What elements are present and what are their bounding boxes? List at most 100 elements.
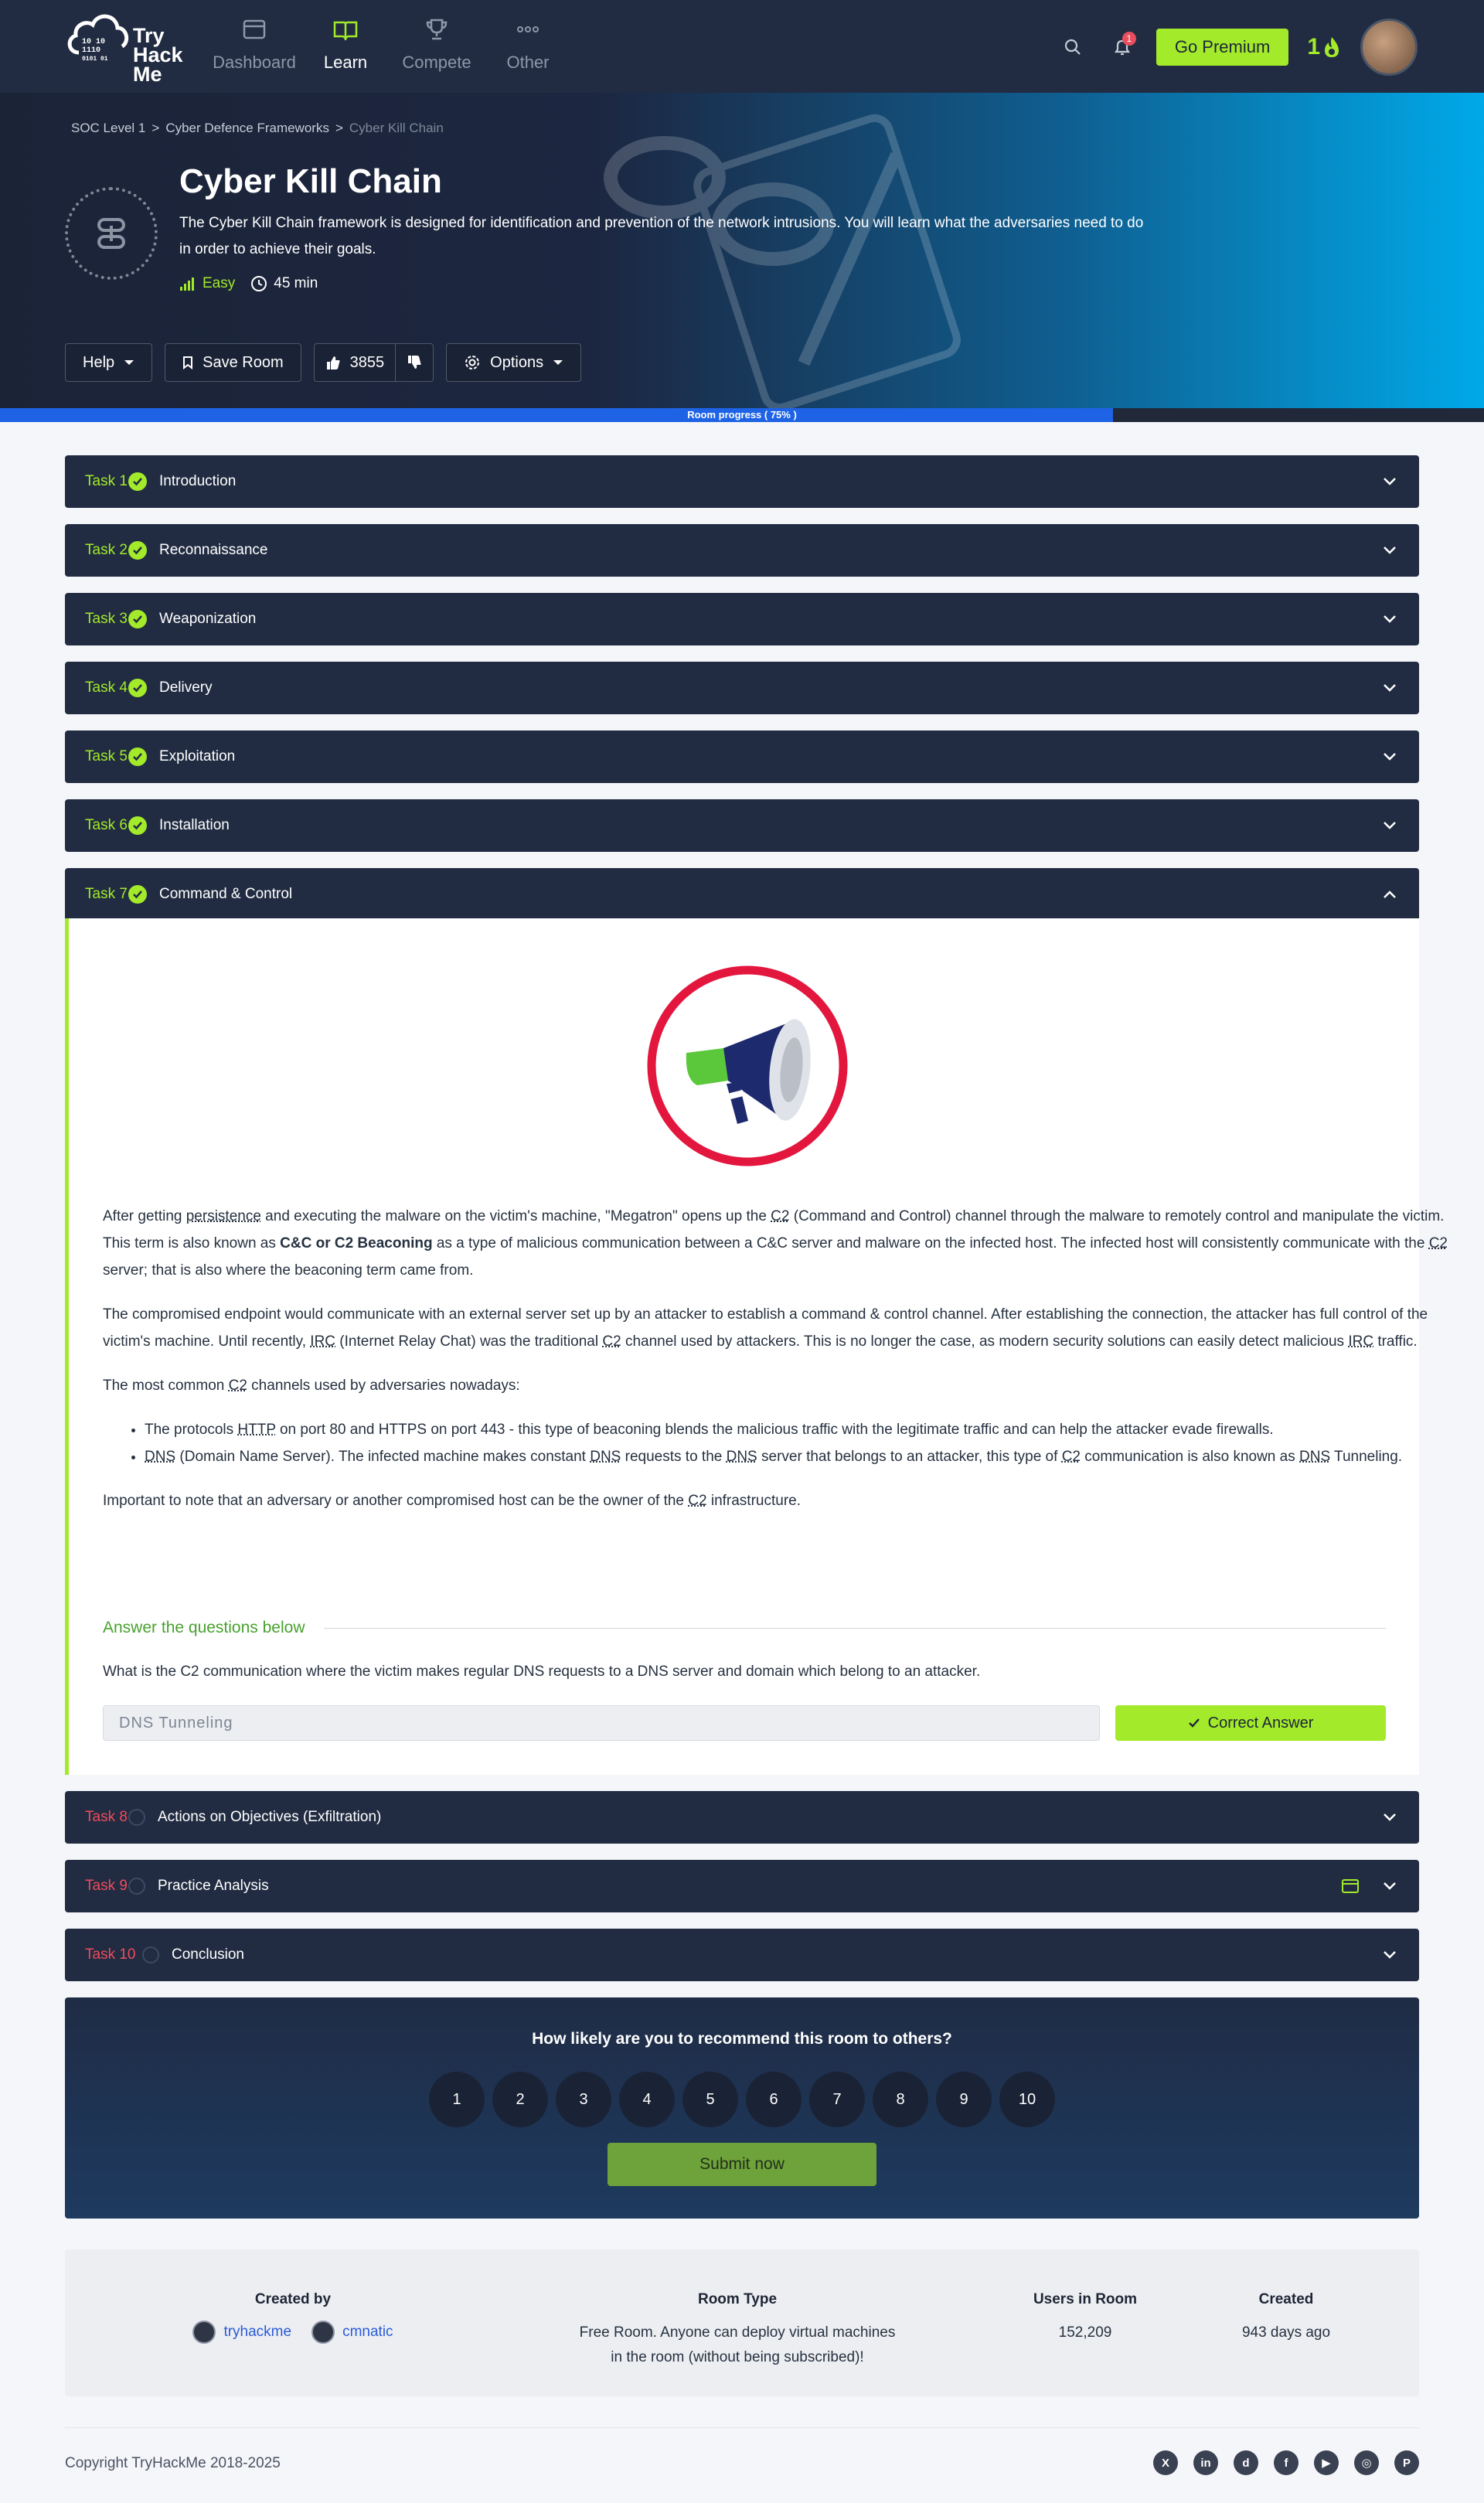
help-button[interactable]: Help	[65, 343, 153, 382]
signal-bars-icon	[180, 278, 194, 291]
rating-option[interactable]: 1	[429, 2072, 485, 2127]
bookmark-icon	[183, 356, 193, 369]
options-button[interactable]: Options	[446, 343, 582, 382]
task-5[interactable]: Task 5 Exploitation	[65, 730, 1419, 783]
task-7[interactable]: Task 7 Command & Control	[65, 868, 1419, 921]
streak-counter[interactable]: 1	[1307, 34, 1342, 60]
question-text: What is the C2 communication where the v…	[103, 1664, 981, 1680]
search-button[interactable]	[1057, 32, 1088, 63]
users-value: 152,209	[1058, 2324, 1112, 2341]
task-8[interactable]: Task 8 Actions on Objectives (Exfiltrati…	[65, 1791, 1419, 1844]
dashboard-icon	[243, 19, 266, 39]
vote-group: 3855	[313, 343, 434, 382]
room-description: The Cyber Kill Chain framework is design…	[179, 215, 1144, 257]
correct-answer-button[interactable]: Correct Answer	[1115, 1705, 1386, 1741]
svg-text:0101 01: 0101 01	[82, 56, 108, 63]
x-icon[interactable]: X	[1153, 2450, 1178, 2475]
room-rating-panel: How likely are you to recommend this roo…	[65, 1997, 1419, 2219]
more-icon	[517, 26, 539, 32]
rating-option[interactable]: 10	[999, 2072, 1055, 2127]
created-value: 943 days ago	[1241, 2324, 1331, 2341]
creators-list: tryhackme cmnatic	[181, 2321, 405, 2344]
nav-learn-label: Learn	[323, 53, 368, 72]
answer-field[interactable]: DNS Tunneling	[103, 1705, 1100, 1741]
rating-option[interactable]: 4	[619, 2072, 675, 2127]
pinterest-icon[interactable]: P	[1394, 2450, 1419, 2475]
duration: 45 min	[250, 275, 318, 292]
save-room-button[interactable]: Save Room	[165, 343, 301, 382]
check-circle-icon	[128, 747, 147, 766]
room-meta: Easy 45 min	[179, 275, 318, 292]
nav-dashboard[interactable]: Dashboard	[209, 15, 300, 73]
task-1[interactable]: Task 1 Introduction	[65, 455, 1419, 508]
room-type-column: Room Type Free Room. Anyone can deploy v…	[544, 2291, 931, 2370]
tryhackme-logo[interactable]: 10 10 1110 0101 01 Try Hack Me	[65, 9, 189, 85]
task-4[interactable]: Task 4 Delivery	[65, 662, 1419, 714]
nav-other[interactable]: Other	[482, 15, 574, 73]
go-premium-button[interactable]: Go Premium	[1156, 29, 1289, 66]
creator-link[interactable]: tryhackme	[192, 2321, 291, 2344]
cloud-logo-icon: 10 10 1110 0101 01	[67, 14, 129, 63]
thumbs-down-icon	[408, 356, 421, 369]
rating-question: How likely are you to recommend this roo…	[532, 2030, 952, 2048]
rating-option[interactable]: 5	[682, 2072, 738, 2127]
nav-learn[interactable]: Learn	[300, 15, 391, 73]
youtube-icon[interactable]: ▶	[1314, 2450, 1339, 2475]
task-6[interactable]: Task 6 Installation	[65, 799, 1419, 852]
notifications-button[interactable]: 1	[1107, 32, 1138, 63]
book-icon	[333, 21, 358, 40]
rating-option[interactable]: 2	[492, 2072, 548, 2127]
gear-icon	[465, 356, 480, 369]
rating-option[interactable]: 6	[746, 2072, 802, 2127]
linkedin-icon[interactable]: in	[1193, 2450, 1218, 2475]
dislike-button[interactable]	[395, 344, 433, 381]
task-title: Installation	[159, 817, 230, 833]
check-circle-icon	[128, 472, 147, 491]
submit-rating-button[interactable]: Submit now	[608, 2143, 876, 2186]
check-circle-icon	[128, 541, 147, 560]
thumbs-up-icon	[326, 356, 340, 369]
creator-name: tryhackme	[223, 2324, 292, 2340]
like-button[interactable]: 3855	[315, 344, 396, 381]
task-3[interactable]: Task 3 Weaponization	[65, 593, 1419, 645]
chevron-down-icon	[1380, 679, 1399, 697]
task-10[interactable]: Task 10 Conclusion	[65, 1929, 1419, 1981]
progress-label: Room progress ( 75% )	[687, 409, 797, 421]
chevron-down-icon	[1380, 541, 1399, 560]
task-title: Introduction	[159, 473, 237, 489]
rating-option[interactable]: 3	[556, 2072, 611, 2127]
room-hero: SOC Level 1 > Cyber Defence Frameworks >…	[0, 93, 1484, 408]
created-label: Created	[1258, 2291, 1314, 2307]
trophy-icon	[426, 19, 448, 40]
caret-down-icon	[553, 360, 563, 365]
discord-icon[interactable]: d	[1234, 2450, 1258, 2475]
notification-badge: 1	[1122, 32, 1136, 46]
task-number: Task 4	[85, 679, 128, 696]
task-9[interactable]: Task 9 Practice Analysis	[65, 1860, 1419, 1912]
task-number: Task 7	[85, 886, 128, 902]
task-number: Task 8	[85, 1809, 128, 1825]
caret-down-icon	[124, 360, 134, 365]
creator-name: cmnatic	[342, 2324, 393, 2340]
task-2[interactable]: Task 2 Reconnaissance	[65, 524, 1419, 577]
breadcrumb-cyber-defence-frameworks[interactable]: Cyber Defence Frameworks	[165, 121, 329, 136]
nav-compete[interactable]: Compete	[391, 15, 482, 73]
nav-other-label: Other	[506, 53, 550, 72]
avatar	[311, 2321, 335, 2344]
breadcrumb-soc-level-1[interactable]: SOC Level 1	[71, 121, 145, 136]
rating-option[interactable]: 7	[809, 2072, 865, 2127]
chevron-down-icon	[1380, 610, 1399, 628]
task-title: Practice Analysis	[158, 1878, 269, 1894]
rating-option[interactable]: 9	[936, 2072, 992, 2127]
instagram-icon[interactable]: ◎	[1354, 2450, 1379, 2475]
task-title: Weaponization	[159, 611, 257, 627]
rating-option[interactable]: 8	[873, 2072, 928, 2127]
incomplete-circle-icon	[128, 1878, 145, 1895]
user-avatar[interactable]	[1360, 19, 1418, 76]
task-title: Delivery	[159, 679, 213, 696]
users-label: Users in Room	[1033, 2291, 1138, 2307]
task-number: Task 9	[85, 1878, 128, 1894]
creator-link[interactable]: cmnatic	[311, 2321, 393, 2344]
facebook-icon[interactable]: f	[1274, 2450, 1298, 2475]
megaphone-illustration	[647, 965, 848, 1166]
